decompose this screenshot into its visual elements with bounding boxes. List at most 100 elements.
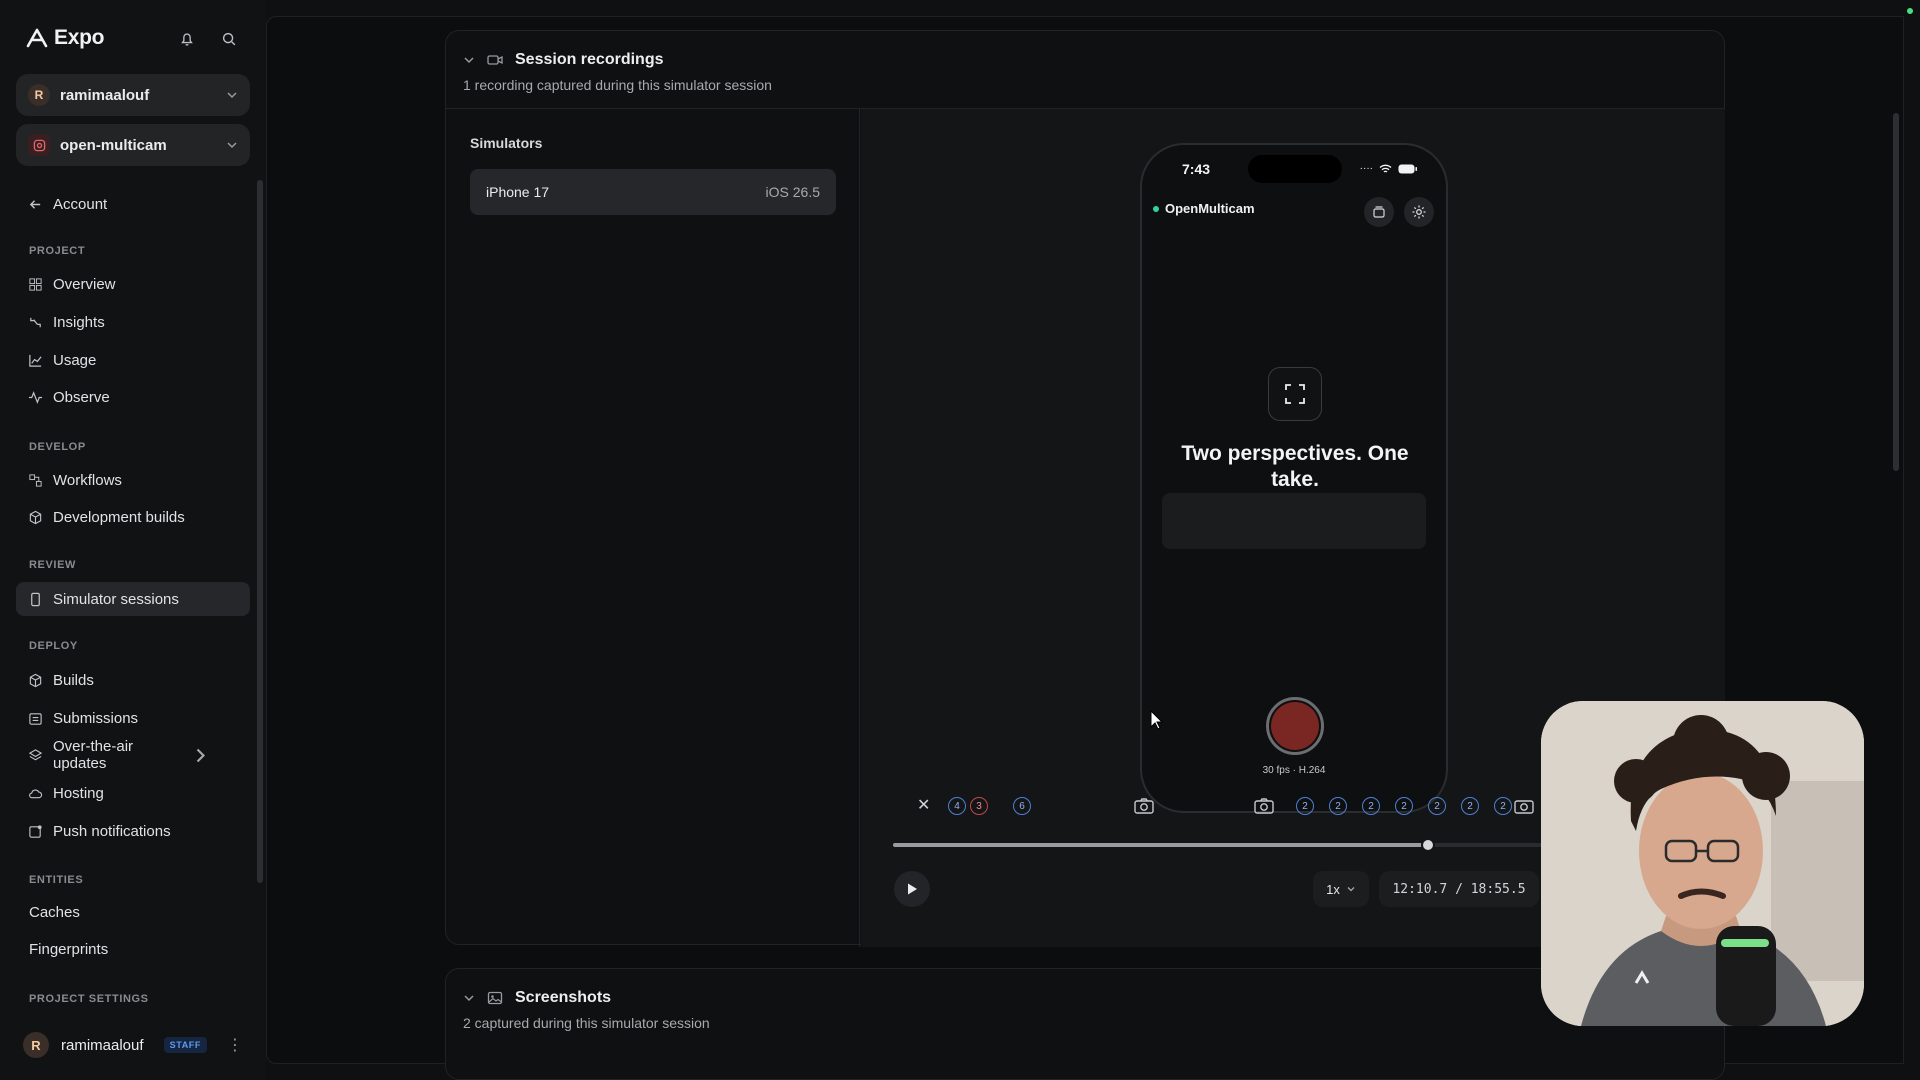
section-review: REVIEW bbox=[29, 559, 76, 571]
nav-back-label: Account bbox=[53, 195, 108, 213]
card-header[interactable]: Screenshots 2 captured during this simul… bbox=[446, 969, 1724, 1047]
speed-value: 1x bbox=[1326, 881, 1340, 897]
event-marker[interactable]: 2 bbox=[1494, 797, 1512, 815]
nav-item-caches[interactable]: Caches bbox=[29, 904, 80, 921]
expo-mark-icon bbox=[26, 28, 48, 48]
event-marker[interactable]: 2 bbox=[1395, 797, 1413, 815]
nav-back-account[interactable]: Account bbox=[16, 187, 250, 221]
chevron-down-icon bbox=[227, 92, 237, 99]
phone-icon bbox=[31, 592, 40, 606]
nav-item-observe[interactable]: Observe bbox=[16, 380, 250, 414]
nav-item-development-builds[interactable]: Development builds bbox=[16, 500, 250, 534]
phone-status-icons: ···· bbox=[1360, 163, 1418, 174]
webcam-overlay bbox=[1541, 701, 1864, 1026]
time-separator: / bbox=[1455, 881, 1463, 897]
section-project: PROJECT bbox=[29, 245, 86, 257]
phone-time: 7:43 bbox=[1182, 161, 1211, 177]
nav-label: Hosting bbox=[53, 784, 104, 802]
presenter-video bbox=[1541, 701, 1864, 1026]
nav-item-insights[interactable]: Insights bbox=[16, 305, 250, 339]
event-marker[interactable]: 2 bbox=[1296, 797, 1314, 815]
cube-icon bbox=[29, 510, 42, 524]
camera-icon[interactable] bbox=[1513, 797, 1535, 815]
timeline-progress bbox=[893, 843, 1428, 847]
event-marker[interactable]: 3 bbox=[970, 797, 988, 815]
nav-label: Usage bbox=[53, 351, 97, 369]
nav-item-hosting[interactable]: Hosting bbox=[16, 776, 250, 810]
workflow-icon bbox=[29, 473, 42, 487]
gear-icon bbox=[1412, 205, 1426, 219]
nav-label: Builds bbox=[53, 671, 94, 689]
nav-label: Insights bbox=[53, 313, 105, 331]
nav-item-ota-updates[interactable]: Over-the-air updates bbox=[16, 738, 250, 772]
section-deploy: DEPLOY bbox=[29, 640, 78, 652]
chevron-down-icon bbox=[1347, 887, 1355, 892]
nav-label: Development builds bbox=[53, 508, 185, 526]
event-marker[interactable]: 6 bbox=[1013, 797, 1031, 815]
search-icon[interactable] bbox=[220, 30, 238, 48]
event-marker[interactable]: 2 bbox=[1329, 797, 1347, 815]
image-icon bbox=[487, 991, 503, 1005]
nav-item-usage[interactable]: Usage bbox=[16, 343, 250, 377]
footer-user[interactable]: R ramimaalouf STAFF ⋮ bbox=[23, 1031, 243, 1059]
event-marker[interactable]: 4 bbox=[948, 797, 966, 815]
signal-icon: ···· bbox=[1359, 163, 1373, 174]
playback-speed-select[interactable]: 1x bbox=[1313, 871, 1369, 907]
nav-label: Workflows bbox=[53, 471, 122, 489]
nav-label: Push notifications bbox=[53, 822, 171, 840]
nav-item-fingerprints[interactable]: Fingerprints bbox=[29, 941, 108, 958]
event-marker[interactable]: 2 bbox=[1461, 797, 1479, 815]
card-header[interactable]: Session recordings 1 recording captured … bbox=[446, 31, 1724, 109]
phone-app-bar: OpenMulticam bbox=[1150, 201, 1440, 216]
status-dot bbox=[1907, 8, 1913, 14]
nav-item-builds[interactable]: Builds bbox=[16, 663, 250, 697]
timeline-scrubber[interactable] bbox=[1420, 838, 1435, 852]
close-icon[interactable]: ✕ bbox=[917, 795, 930, 815]
camera-icon[interactable] bbox=[1133, 797, 1155, 815]
mouse-cursor-icon bbox=[1150, 710, 1164, 730]
sidebar-scrollbar[interactable] bbox=[257, 180, 263, 883]
nav-item-push-notifications[interactable]: Push notifications bbox=[16, 814, 250, 848]
camera-icon[interactable] bbox=[1253, 797, 1275, 815]
play-icon bbox=[908, 883, 917, 895]
account-selector[interactable]: R ramimaalouf bbox=[16, 74, 250, 116]
phone-headline: Two perspectives. One take. bbox=[1181, 442, 1409, 491]
event-marker[interactable]: 2 bbox=[1362, 797, 1380, 815]
playback-time: 12:10.7 / 18:55.5 bbox=[1379, 871, 1539, 907]
play-button[interactable] bbox=[894, 871, 930, 907]
phone-frame-button[interactable] bbox=[1268, 367, 1322, 421]
card-title-row: Screenshots bbox=[463, 989, 1707, 1007]
nav-item-simulator-sessions[interactable]: Simulator sessions bbox=[16, 582, 250, 616]
live-dot bbox=[1153, 205, 1159, 212]
phone-fps-label: 30 fps · H.264 bbox=[1262, 765, 1326, 776]
card-title: Screenshots bbox=[515, 989, 612, 1006]
phone-gallery-button[interactable] bbox=[1364, 197, 1394, 227]
main-scrollbar[interactable] bbox=[1893, 113, 1899, 471]
app-root: Expo R ramimaalouf open-multicam Account… bbox=[0, 0, 1920, 1080]
sidebar-top-icons bbox=[178, 30, 238, 48]
simulators-panel: Simulators iPhone 17 iOS 26.5 bbox=[446, 109, 860, 947]
bell-icon[interactable] bbox=[178, 30, 196, 48]
chevron-down-icon[interactable] bbox=[463, 54, 475, 66]
simulator-os: iOS 26.5 bbox=[765, 184, 820, 200]
nav-item-overview[interactable]: Overview bbox=[16, 267, 250, 301]
phone-blank-field bbox=[1162, 493, 1426, 549]
insights-icon bbox=[30, 317, 41, 327]
more-vertical-icon[interactable]: ⋮ bbox=[227, 1035, 243, 1055]
event-marker[interactable]: 2 bbox=[1428, 797, 1446, 815]
session-recordings-card: Session recordings 1 recording captured … bbox=[445, 30, 1725, 947]
sidebar: Expo R ramimaalouf open-multicam Account… bbox=[0, 0, 266, 1080]
phone-settings-button[interactable] bbox=[1404, 197, 1434, 227]
project-selector[interactable]: open-multicam bbox=[16, 124, 250, 166]
record-button[interactable] bbox=[1266, 697, 1324, 755]
section-entities: ENTITIES bbox=[29, 874, 84, 886]
card-title: Session recordings bbox=[515, 51, 664, 68]
nav-item-workflows[interactable]: Workflows bbox=[16, 463, 250, 497]
simulator-row[interactable]: iPhone 17 iOS 26.5 bbox=[470, 169, 836, 215]
chart-line-icon bbox=[29, 354, 42, 367]
expo-logo[interactable]: Expo bbox=[26, 26, 104, 50]
current-time: 12:10.7 bbox=[1392, 881, 1448, 897]
chevron-down-icon[interactable] bbox=[463, 992, 475, 1004]
screenshots-card: Screenshots 2 captured during this simul… bbox=[445, 968, 1725, 1080]
nav-item-submissions[interactable]: Submissions bbox=[16, 701, 250, 735]
